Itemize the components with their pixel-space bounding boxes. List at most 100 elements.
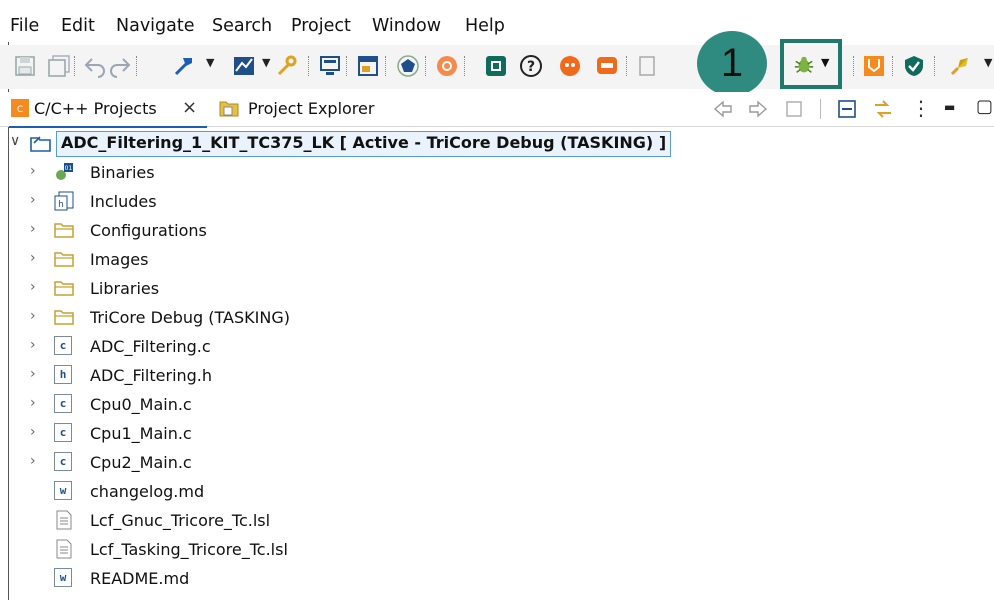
tree-item-label: Binaries xyxy=(90,163,155,182)
separator xyxy=(464,56,467,76)
md-file-icon: w xyxy=(54,568,72,587)
chevron-right-icon[interactable]: › xyxy=(30,192,42,212)
chevron-right-icon[interactable]: › xyxy=(30,163,42,183)
debug-bug-icon[interactable] xyxy=(793,54,815,76)
rocket-icon[interactable] xyxy=(948,54,972,78)
back-icon[interactable] xyxy=(713,99,733,119)
tree-item[interactable]: Lcf_Tasking_Tricore_Tc.lsl xyxy=(30,536,970,564)
svg-text:h: h xyxy=(58,200,64,210)
config-dropdown-icon[interactable]: ▼ xyxy=(262,56,270,69)
save-all-icon[interactable] xyxy=(47,54,71,78)
cpp-projects-icon: C xyxy=(11,99,29,117)
redo-icon[interactable] xyxy=(108,54,132,78)
tree-item[interactable]: › Libraries xyxy=(30,275,970,303)
text-file-icon xyxy=(54,539,74,559)
c-file-icon: c xyxy=(54,394,72,413)
tree-item-label: changelog.md xyxy=(90,482,205,501)
view-menu-icon[interactable]: ⋮ xyxy=(911,96,931,120)
chevron-right-icon[interactable]: › xyxy=(30,453,42,473)
tree-item[interactable]: › TriCore Debug (TASKING) xyxy=(30,304,970,332)
menu-bar: File Edit Navigate Search Project Window… xyxy=(0,0,994,42)
tree-item[interactable]: › Configurations xyxy=(30,217,970,245)
chevron-right-icon[interactable]: › xyxy=(30,279,42,299)
chevron-right-icon[interactable]: › xyxy=(30,366,42,386)
window-icon[interactable] xyxy=(356,54,380,78)
separator xyxy=(385,56,388,76)
chevron-right-icon[interactable]: › xyxy=(30,395,42,415)
debug-button-highlight[interactable]: ▼ xyxy=(780,39,842,89)
build-hammer-icon[interactable] xyxy=(172,54,196,78)
tree-item[interactable]: › 01 Binaries xyxy=(30,159,970,187)
tree-root-project[interactable]: ∨ ADC_Filtering_1_KIT_TC375_LK [ Active … xyxy=(10,131,672,157)
includes-icon: h xyxy=(54,191,74,211)
separator xyxy=(626,56,629,76)
menu-project[interactable]: Project xyxy=(291,15,351,37)
chevron-right-icon[interactable]: › xyxy=(30,250,42,270)
separator xyxy=(892,56,895,76)
tab-cpp-projects[interactable]: C C/C++ Projects × xyxy=(9,94,207,128)
tree-item-label: TriCore Debug (TASKING) xyxy=(90,308,290,327)
separator xyxy=(853,56,856,76)
tree-item[interactable]: › h ADC_Filtering.h xyxy=(30,362,970,390)
forward-icon[interactable] xyxy=(748,99,768,119)
chevron-right-icon[interactable]: › xyxy=(30,308,42,328)
tree-item[interactable]: › c Cpu1_Main.c xyxy=(30,420,970,448)
menu-edit[interactable]: Edit xyxy=(61,15,95,37)
help-icon[interactable]: ? xyxy=(519,54,543,78)
tree-item[interactable]: › c Cpu2_Main.c xyxy=(30,449,970,477)
tree-item-label: Includes xyxy=(90,192,157,211)
tree-item[interactable]: w changelog.md xyxy=(30,478,970,506)
maximize-icon[interactable]: ▢ xyxy=(976,96,993,117)
tree-item[interactable]: › Images xyxy=(30,246,970,274)
tree-item-label: Cpu1_Main.c xyxy=(90,424,192,443)
tree-item[interactable]: › h Includes xyxy=(30,188,970,216)
menu-search[interactable]: Search xyxy=(212,15,272,37)
lightning-icon[interactable] xyxy=(862,54,886,78)
shield-icon[interactable] xyxy=(902,54,926,78)
record-icon[interactable] xyxy=(558,54,582,78)
tree-item[interactable]: › c Cpu0_Main.c xyxy=(30,391,970,419)
close-tab-icon[interactable]: × xyxy=(182,97,197,118)
tree-item-label: ADC_Filtering.h xyxy=(90,366,213,385)
wrench-icon[interactable] xyxy=(274,54,298,78)
folder-icon xyxy=(54,220,74,240)
menu-navigate[interactable]: Navigate xyxy=(116,15,195,37)
message-icon[interactable] xyxy=(595,54,619,78)
tab-cpp-projects-label: C/C++ Projects xyxy=(34,99,157,118)
tab-project-explorer[interactable]: Project Explorer xyxy=(217,94,397,124)
chevron-right-icon[interactable]: › xyxy=(30,221,42,241)
minimize-icon[interactable]: ▬ xyxy=(944,100,955,114)
chip-icon[interactable] xyxy=(484,54,508,78)
menu-help[interactable]: Help xyxy=(465,15,505,37)
export-icon[interactable] xyxy=(636,54,660,78)
tree-item[interactable]: › c ADC_Filtering.c xyxy=(30,333,970,361)
menu-window[interactable]: Window xyxy=(372,15,441,37)
console-icon[interactable] xyxy=(318,54,342,78)
separator xyxy=(346,56,349,76)
target-icon[interactable] xyxy=(435,54,459,78)
tree-item[interactable]: w README.md xyxy=(30,565,970,593)
link-editor-icon[interactable] xyxy=(872,98,894,120)
pentagon-icon[interactable] xyxy=(396,54,420,78)
undo-icon[interactable] xyxy=(83,54,107,78)
chevron-right-icon[interactable]: › xyxy=(30,337,42,357)
step-callout-badge: 1 xyxy=(697,31,767,96)
c-file-icon: c xyxy=(54,336,72,355)
folder-icon xyxy=(54,307,74,327)
save-icon[interactable] xyxy=(13,54,37,78)
separator xyxy=(820,99,821,119)
rocket-dropdown-icon[interactable]: ▼ xyxy=(984,56,992,69)
build-config-icon[interactable] xyxy=(232,54,256,78)
build-dropdown-icon[interactable]: ▼ xyxy=(206,56,214,69)
tree-item-label: Images xyxy=(90,250,149,269)
chevron-right-icon[interactable]: › xyxy=(30,424,42,444)
menu-file[interactable]: File xyxy=(10,15,39,37)
chevron-down-icon[interactable]: ∨ xyxy=(10,133,20,149)
separator xyxy=(308,56,311,76)
md-file-icon: w xyxy=(54,481,72,500)
h-file-icon: h xyxy=(54,365,72,384)
debug-dropdown-icon[interactable]: ▼ xyxy=(821,56,829,69)
tree-item[interactable]: Lcf_Gnuc_Tricore_Tc.lsl xyxy=(30,507,970,535)
up-icon[interactable] xyxy=(784,99,804,119)
collapse-all-icon[interactable] xyxy=(838,100,856,118)
